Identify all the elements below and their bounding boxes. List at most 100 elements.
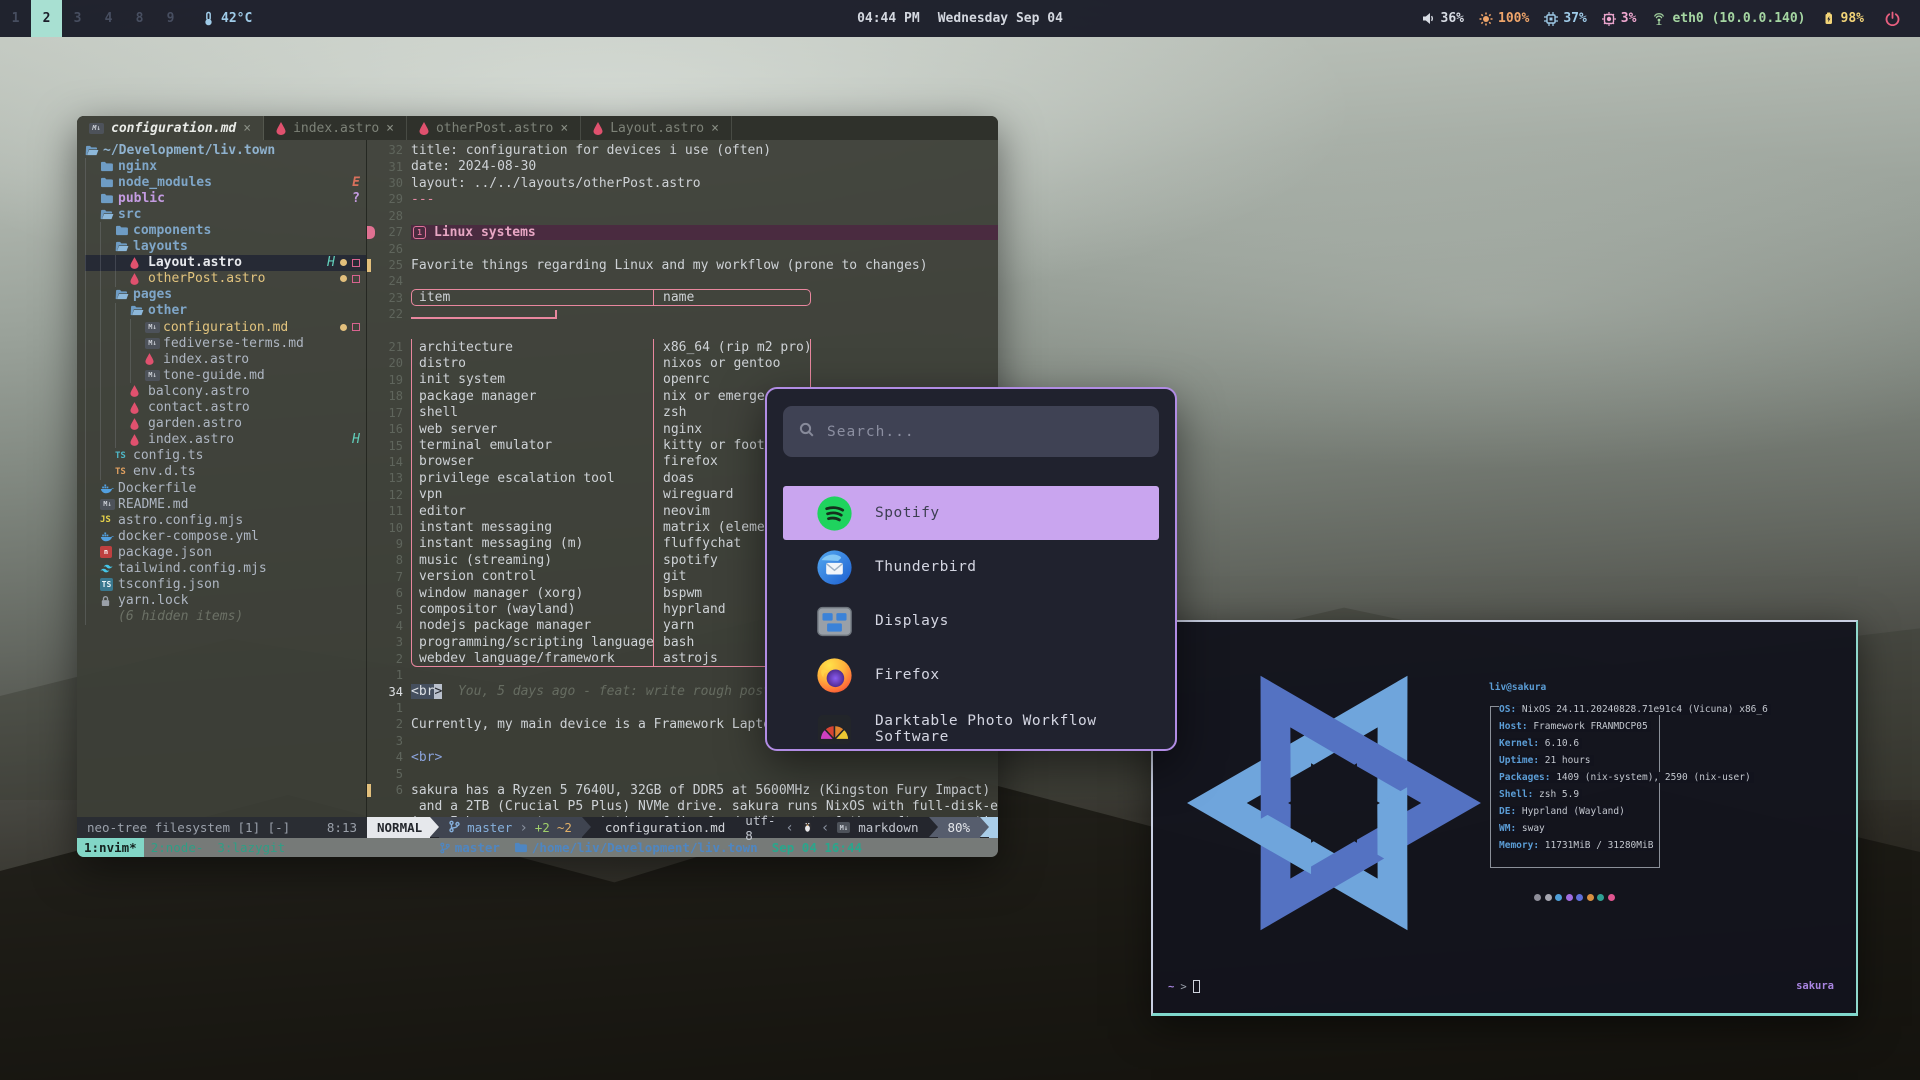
linux-penguin-icon <box>802 820 813 836</box>
tree-item-index.astro[interactable]: index.astro <box>85 351 366 367</box>
tree-item-README.md[interactable]: M↓README.md <box>85 496 366 512</box>
fetch-field-os: OS: NixOS 24.11.20240828.71e91c4 (Vicuna… <box>1499 701 1849 718</box>
ts-orange-file-icon: TS <box>115 467 133 477</box>
table-cell-name: x86_64 (rip m2 pro) <box>654 340 810 355</box>
tree-item-docker-compose.yml[interactable]: docker-compose.yml <box>85 528 366 544</box>
tree-item-Dockerfile[interactable]: Dockerfile <box>85 480 366 496</box>
fetch-terminal-window[interactable]: liv@sakura OS: NixOS 24.11.20240828.71e9… <box>1151 620 1858 1016</box>
line-number: 4 <box>377 750 411 764</box>
launcher-item-thunderbird[interactable]: Thunderbird <box>783 540 1159 594</box>
tree-item-node-modules[interactable]: node_modulesE <box>85 174 366 190</box>
tab-label: Layout.astro <box>610 121 704 136</box>
tree-item-yarn.lock[interactable]: yarn.lock <box>85 593 366 609</box>
module-network[interactable]: eth0 (10.0.0.140) <box>1651 11 1805 26</box>
tree-item-index.astro[interactable]: index.astroH <box>85 432 366 448</box>
tree-item-tone-guide.md[interactable]: M↓tone-guide.md <box>85 367 366 383</box>
tree-item-garden.astro[interactable]: garden.astro <box>85 416 366 432</box>
indent-guide <box>100 367 115 383</box>
tree-item-contact.astro[interactable]: contact.astro <box>85 400 366 416</box>
tree-item-~-Development-liv.town[interactable]: ~/Development/liv.town <box>85 142 366 158</box>
indent-guide <box>85 448 100 464</box>
temperature-module[interactable]: 42°C <box>202 11 252 26</box>
tree-item-env.d.ts[interactable]: TSenv.d.ts <box>85 464 366 480</box>
tree-item-configuration.md[interactable]: M↓configuration.md <box>85 319 366 335</box>
tab-Layout.astro[interactable]: Layout.astro × <box>581 116 732 140</box>
tmux-clock: Sep 04 16:44 <box>772 840 862 855</box>
tree-item-layouts[interactable]: layouts <box>85 239 366 255</box>
power-button[interactable] <box>1879 11 1906 26</box>
clock-module[interactable]: 04:44 PM Wednesday Sep 04 <box>857 11 1063 26</box>
line-number: 21 <box>377 340 411 354</box>
module-brightness[interactable]: 100% <box>1479 11 1529 26</box>
tab-configuration.md[interactable]: M↓configuration.md× <box>77 116 264 140</box>
tree-item-astro.config.mjs[interactable]: JSastro.config.mjs <box>85 512 366 528</box>
tab-close-button[interactable]: × <box>560 121 568 136</box>
tree-item-nginx[interactable]: nginx <box>85 158 366 174</box>
tree-item-pages[interactable]: pages <box>85 287 366 303</box>
module-volume[interactable]: 36% <box>1422 11 1464 26</box>
tmux-window-3lazygit[interactable]: 3:lazygit <box>210 838 292 857</box>
line-number: 2 <box>377 717 411 731</box>
tree-item-tailwind.config.mjs[interactable]: tailwind.config.mjs <box>85 560 366 576</box>
launcher-item-firefox[interactable]: Firefox <box>783 648 1159 702</box>
tree-item-tsconfig.json[interactable]: TStsconfig.json <box>85 577 366 593</box>
tree-item-other[interactable]: other <box>85 303 366 319</box>
md-table-row: terminal emulatorkitty or foot <box>411 437 811 453</box>
launcher-item-spotify[interactable]: Spotify <box>783 486 1159 540</box>
workspace-button-1[interactable]: 1 <box>0 0 31 37</box>
launcher-search-input[interactable]: Search... <box>783 406 1159 457</box>
buffer-line: 29--- <box>367 191 998 207</box>
tree-item-Layout.astro[interactable]: Layout.astroH <box>85 255 366 271</box>
tree-item-balcony.astro[interactable]: balcony.astro <box>85 383 366 399</box>
astro-file-icon <box>130 257 148 269</box>
change-sign-icon <box>367 259 371 272</box>
launcher-item-darktable-photo-workflow-software[interactable]: Darktable Photo Workflow Software <box>783 702 1159 751</box>
tree-item-src[interactable]: src <box>85 206 366 222</box>
neo-tree-sidebar[interactable]: ~/Development/liv.townnginxnode_modulesE… <box>77 140 367 817</box>
module-value: 37% <box>1563 11 1586 26</box>
fetch-user-host: liv@sakura <box>1489 682 1849 693</box>
line-number: 12 <box>377 488 411 502</box>
tab-close-button[interactable]: × <box>711 121 719 136</box>
tree-item-label: components <box>133 223 211 238</box>
line-number: 28 <box>377 209 411 223</box>
tree-item-label: balcony.astro <box>148 384 250 399</box>
module-battery[interactable]: 98% <box>1821 11 1864 26</box>
tree-item-config.ts[interactable]: TSconfig.ts <box>85 448 366 464</box>
workspace-button-2[interactable]: 2 <box>31 0 62 37</box>
tree-item-components[interactable]: components <box>85 222 366 238</box>
tree-item--6-hidden-items-[interactable]: (6 hidden items) <box>85 609 366 625</box>
fetch-field-packages: Packages: 1409 (nix-system), 2590 (nix-u… <box>1499 769 1849 786</box>
tree-item-label: layouts <box>133 239 188 254</box>
line-text: Currently, my main device is a Framework… <box>411 717 795 732</box>
tab-close-button[interactable]: × <box>386 121 394 136</box>
mode-indicator: NORMAL <box>367 817 430 838</box>
indent-guide <box>115 367 130 383</box>
tree-item-public[interactable]: public? <box>85 190 366 206</box>
buffer-line <box>367 322 998 338</box>
tree-item-otherPost.astro[interactable]: otherPost.astro <box>85 271 366 287</box>
tab-index.astro[interactable]: index.astro× <box>264 116 407 140</box>
workspace-switcher: 123489 <box>0 0 186 37</box>
tree-item-fediverse-terms.md[interactable]: M↓fediverse-terms.md <box>85 335 366 351</box>
indent-guide <box>85 528 100 544</box>
tmux-window-2node[interactable]: 2:node- <box>144 838 211 857</box>
module-gpu[interactable]: 3% <box>1602 11 1637 26</box>
gpu-icon <box>1602 12 1616 26</box>
workspace-button-9[interactable]: 9 <box>155 0 186 37</box>
workspace-button-4[interactable]: 4 <box>93 0 124 37</box>
tree-item-label: other <box>148 303 187 318</box>
tab-otherPost.astro[interactable]: otherPost.astro× <box>407 116 581 140</box>
indent-guide <box>85 319 100 335</box>
launcher-item-displays[interactable]: Displays <box>783 594 1159 648</box>
workspace-button-8[interactable]: 8 <box>124 0 155 37</box>
shell-prompt[interactable]: ~ > <box>1168 980 1200 993</box>
tree-item-package.json[interactable]: npackage.json <box>85 544 366 560</box>
editor-cursor: > <box>434 684 442 699</box>
app-launcher[interactable]: Search... SpotifyThunderbirdDisplaysFire… <box>765 387 1177 751</box>
tab-close-button[interactable]: × <box>243 121 251 136</box>
workspace-button-3[interactable]: 3 <box>62 0 93 37</box>
astro-icon <box>130 418 139 430</box>
module-cpu[interactable]: 37% <box>1544 11 1586 26</box>
tmux-window-1nvim[interactable]: 1:nvim* <box>77 838 144 857</box>
